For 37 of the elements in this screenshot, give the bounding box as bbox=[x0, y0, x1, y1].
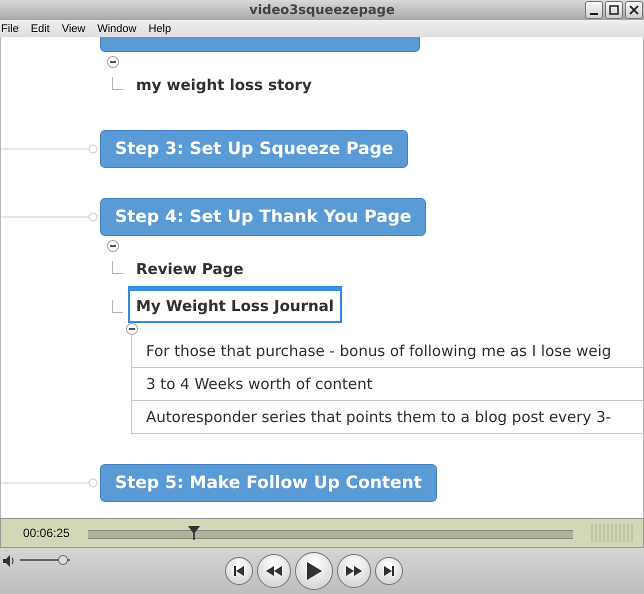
note-text: 3 to 4 Weeks worth of content bbox=[132, 368, 643, 401]
close-icon bbox=[629, 5, 639, 15]
skip-forward-button[interactable] bbox=[375, 557, 403, 585]
minimize-button[interactable] bbox=[585, 1, 603, 19]
subtopic-node[interactable]: my weight loss story bbox=[128, 70, 320, 100]
play-icon bbox=[305, 561, 323, 581]
menu-item[interactable]: View bbox=[60, 22, 86, 34]
collapse-icon[interactable] bbox=[107, 56, 119, 68]
skip-forward-icon bbox=[383, 565, 395, 577]
window-title: video3squeezepage bbox=[249, 2, 395, 18]
rewind-button[interactable] bbox=[257, 554, 291, 588]
note-text: Autoresponder series that points them to a blog post every 3- bbox=[132, 401, 643, 434]
minimize-icon bbox=[590, 13, 598, 15]
volume-thumb[interactable] bbox=[58, 555, 68, 565]
fast-forward-icon bbox=[345, 565, 363, 577]
menu-item[interactable]: File bbox=[0, 22, 20, 34]
menu-item[interactable]: Help bbox=[147, 22, 172, 34]
collapse-icon[interactable] bbox=[107, 240, 119, 252]
playhead-handle[interactable] bbox=[188, 526, 200, 540]
subtopic-node[interactable]: My Weight Loss Journal bbox=[128, 286, 342, 323]
collapse-icon[interactable] bbox=[126, 323, 138, 335]
fast-forward-button[interactable] bbox=[337, 554, 371, 588]
close-button[interactable] bbox=[625, 1, 643, 19]
progress-track[interactable] bbox=[88, 526, 573, 540]
subtopic-node[interactable]: Review Page bbox=[128, 254, 252, 284]
time-display: 00:06:25 bbox=[23, 526, 70, 540]
menu-item[interactable]: Edit bbox=[30, 22, 51, 34]
menu-item[interactable]: Window bbox=[96, 22, 138, 34]
note-text: For those that purchase - bonus of following me as I lose weig bbox=[132, 335, 643, 368]
topic-node[interactable] bbox=[100, 37, 420, 52]
rewind-icon bbox=[265, 565, 283, 577]
skip-back-button[interactable] bbox=[225, 557, 253, 585]
speaker-icon[interactable] bbox=[2, 554, 16, 568]
play-button[interactable] bbox=[295, 552, 333, 590]
maximize-button[interactable] bbox=[605, 1, 623, 19]
skip-back-icon bbox=[233, 565, 245, 577]
maximize-icon bbox=[609, 5, 619, 15]
